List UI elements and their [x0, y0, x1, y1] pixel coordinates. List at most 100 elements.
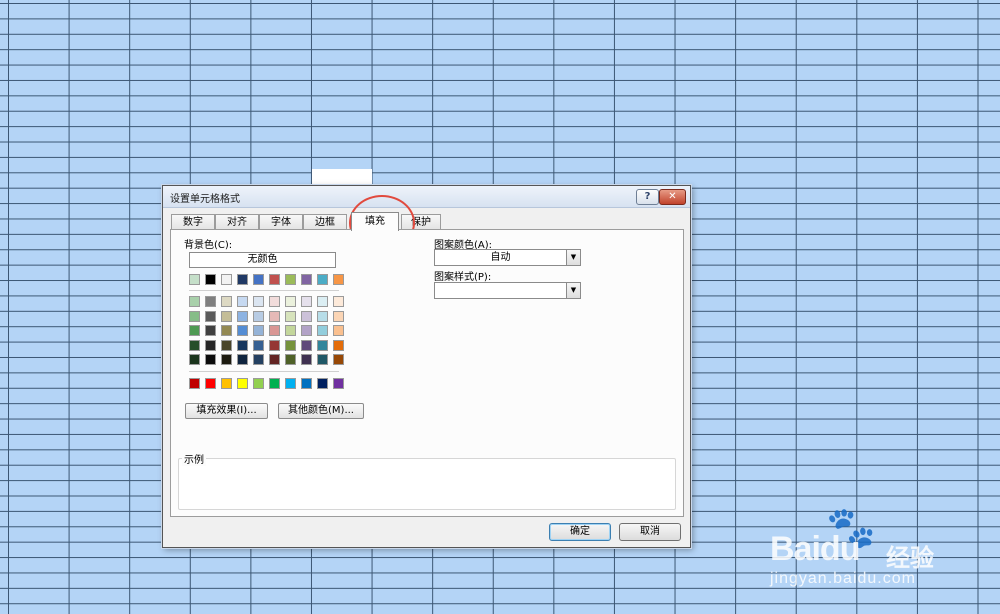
color-swatch[interactable]	[333, 378, 344, 389]
color-swatch[interactable]	[189, 310, 200, 322]
tab-alignment[interactable]: 对齐	[215, 214, 259, 230]
color-swatch[interactable]	[189, 339, 200, 351]
sample-label: 示例	[182, 451, 206, 466]
color-swatch[interactable]	[253, 378, 264, 389]
color-swatch[interactable]	[205, 296, 216, 307]
format-cells-dialog: 设置单元格格式 ? ✕ 数字 对齐 字体 边框 填充 保护 背景色(C): 无颜…	[162, 185, 691, 548]
color-swatch[interactable]	[189, 296, 200, 307]
theme-color-row	[189, 274, 344, 285]
color-swatch[interactable]	[237, 274, 248, 285]
color-swatch[interactable]	[333, 354, 344, 365]
color-swatch[interactable]	[285, 325, 296, 336]
color-swatch[interactable]	[333, 310, 344, 322]
color-swatch[interactable]	[189, 325, 200, 336]
color-swatch[interactable]	[269, 274, 280, 285]
sample-preview	[178, 458, 676, 510]
color-swatch[interactable]	[317, 354, 328, 365]
tab-font[interactable]: 字体	[259, 214, 303, 230]
color-swatch[interactable]	[285, 354, 296, 365]
ok-button[interactable]: 确定	[549, 523, 611, 541]
pattern-color-select[interactable]: 自动 ▼	[434, 249, 581, 266]
cancel-button[interactable]: 取消	[619, 523, 681, 541]
background-color-label: 背景色(C):	[184, 240, 233, 251]
color-swatch[interactable]	[253, 339, 264, 351]
color-swatch[interactable]	[301, 378, 312, 389]
theme-shade-row	[189, 310, 344, 322]
help-button[interactable]: ?	[636, 189, 659, 205]
color-swatch[interactable]	[205, 274, 216, 285]
color-swatch[interactable]	[285, 274, 296, 285]
color-swatch[interactable]	[221, 339, 232, 351]
color-swatch[interactable]	[189, 274, 200, 285]
color-swatch[interactable]	[301, 296, 312, 307]
color-swatch[interactable]	[189, 354, 200, 365]
selected-cell[interactable]	[312, 169, 372, 185]
standard-color-row	[189, 378, 344, 389]
color-swatch[interactable]	[301, 354, 312, 365]
tab-border[interactable]: 边框	[303, 214, 347, 230]
color-swatch[interactable]	[237, 296, 248, 307]
color-swatch[interactable]	[221, 310, 232, 322]
color-swatch[interactable]	[285, 378, 296, 389]
color-swatch[interactable]	[301, 339, 312, 351]
color-swatch[interactable]	[237, 378, 248, 389]
color-swatch[interactable]	[221, 274, 232, 285]
color-swatch[interactable]	[237, 354, 248, 365]
color-swatch[interactable]	[317, 274, 328, 285]
color-swatch[interactable]	[269, 339, 280, 351]
color-swatch[interactable]	[253, 325, 264, 336]
fill-panel: 背景色(C): 无颜色 填充效果(I)... 其他颜色(M)... 图案颜色(A…	[170, 229, 684, 517]
color-swatch[interactable]	[189, 378, 200, 389]
color-swatch[interactable]	[285, 310, 296, 322]
color-swatch[interactable]	[221, 325, 232, 336]
color-swatch[interactable]	[269, 378, 280, 389]
color-swatch[interactable]	[237, 325, 248, 336]
color-swatch[interactable]	[269, 296, 280, 307]
color-swatch[interactable]	[317, 339, 328, 351]
color-swatch[interactable]	[221, 354, 232, 365]
chevron-down-icon[interactable]: ▼	[566, 283, 580, 298]
color-swatch[interactable]	[205, 310, 216, 322]
tab-fill[interactable]: 填充	[351, 212, 399, 231]
color-swatch[interactable]	[301, 325, 312, 336]
color-swatch[interactable]	[317, 378, 328, 389]
color-swatch[interactable]	[317, 325, 328, 336]
color-swatch[interactable]	[221, 296, 232, 307]
color-swatch[interactable]	[253, 310, 264, 322]
pattern-style-select[interactable]: ▼	[434, 282, 581, 299]
color-swatch[interactable]	[269, 310, 280, 322]
tab-number[interactable]: 数字	[171, 214, 215, 230]
color-swatch[interactable]	[317, 310, 328, 322]
theme-shade-row	[189, 354, 344, 365]
theme-shade-row	[189, 296, 344, 307]
color-swatch[interactable]	[205, 354, 216, 365]
color-swatch[interactable]	[301, 310, 312, 322]
color-swatch[interactable]	[253, 296, 264, 307]
color-swatch[interactable]	[205, 339, 216, 351]
color-swatch[interactable]	[269, 354, 280, 365]
color-swatch[interactable]	[237, 310, 248, 322]
color-swatch[interactable]	[205, 325, 216, 336]
color-swatch[interactable]	[285, 339, 296, 351]
chevron-down-icon[interactable]: ▼	[566, 250, 580, 265]
color-swatch[interactable]	[285, 296, 296, 307]
color-swatch[interactable]	[333, 339, 344, 351]
tab-protection[interactable]: 保护	[401, 214, 441, 230]
color-swatch[interactable]	[333, 325, 344, 336]
dialog-titlebar[interactable]: 设置单元格格式 ? ✕	[163, 186, 690, 208]
color-swatch[interactable]	[253, 274, 264, 285]
palette-separator	[189, 290, 339, 291]
color-swatch[interactable]	[301, 274, 312, 285]
color-swatch[interactable]	[333, 274, 344, 285]
close-button[interactable]: ✕	[659, 189, 686, 205]
more-colors-button[interactable]: 其他颜色(M)...	[278, 403, 364, 419]
color-swatch[interactable]	[253, 354, 264, 365]
color-swatch[interactable]	[317, 296, 328, 307]
color-swatch[interactable]	[333, 296, 344, 307]
color-swatch[interactable]	[221, 378, 232, 389]
color-swatch[interactable]	[205, 378, 216, 389]
color-swatch[interactable]	[269, 325, 280, 336]
color-swatch[interactable]	[237, 339, 248, 351]
fill-effects-button[interactable]: 填充效果(I)...	[185, 403, 268, 419]
no-color-button[interactable]: 无颜色	[189, 252, 336, 268]
